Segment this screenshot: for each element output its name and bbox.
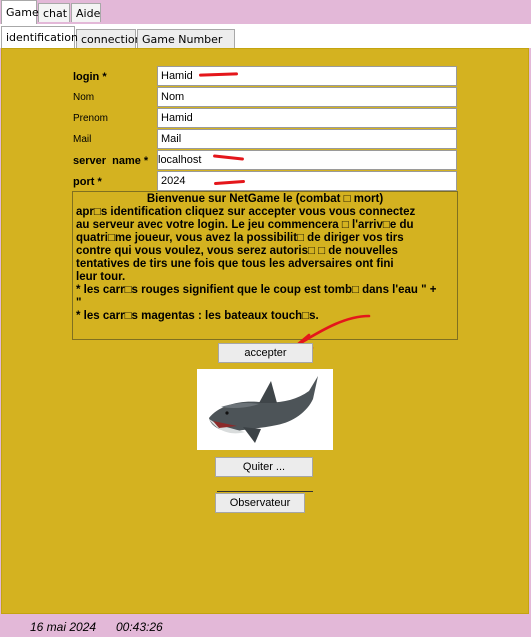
prenom-input[interactable]: Hamid <box>157 108 457 128</box>
server-name-input[interactable]: localhost <box>157 150 457 170</box>
status-bar: 16 mai 2024 00:43:26 <box>0 614 531 637</box>
login-label: login * <box>73 71 107 83</box>
mail-input[interactable]: Mail <box>157 129 457 149</box>
observer-button[interactable]: Observateur <box>215 493 305 513</box>
shark-icon <box>209 376 318 443</box>
sub-tab-bar: identification connection Game Number on… <box>0 24 531 65</box>
port-input[interactable]: 2024 <box>157 171 457 191</box>
tab-identification[interactable]: identification <box>1 26 78 48</box>
tab-connection[interactable]: connection <box>76 29 142 48</box>
shark-image <box>197 369 333 450</box>
top-tab-bar: Game chat Aide <box>0 0 531 24</box>
nom-input[interactable]: Nom <box>157 87 457 107</box>
tab-game-number-one[interactable]: Game Number one <box>137 29 235 65</box>
status-date: 16 mai 2024 <box>30 620 97 634</box>
tab-chat[interactable]: chat <box>38 3 70 22</box>
welcome-textarea[interactable]: Bienvenue sur NetGame le (combat □ mort)… <box>72 191 458 340</box>
separator <box>217 491 313 492</box>
welcome-body: apr□s identification cliquez sur accepte… <box>76 206 437 322</box>
nom-label: Nom <box>73 92 95 103</box>
mail-label: Mail <box>73 134 92 145</box>
server-name-label: server name * <box>73 155 149 167</box>
prenom-label: Prenom <box>73 113 109 124</box>
quit-button[interactable]: Quiter ... <box>215 457 313 477</box>
welcome-title: Bienvenue sur NetGame le (combat □ mort) <box>146 193 384 205</box>
tab-game[interactable]: Game <box>1 0 39 24</box>
port-label: port * <box>73 176 102 188</box>
accept-button[interactable]: accepter <box>218 343 313 363</box>
tab-aide[interactable]: Aide <box>71 3 101 22</box>
status-time: 00:43:26 <box>116 620 163 634</box>
